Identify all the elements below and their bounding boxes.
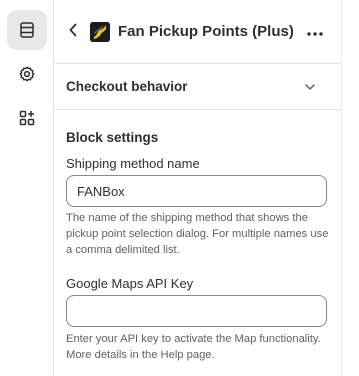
more-actions-button[interactable] [303,20,327,44]
sidebar-rail [0,0,54,376]
scrollbar[interactable] [341,0,359,376]
back-button[interactable] [63,20,83,44]
ellipsis-icon [307,23,323,41]
block-settings-heading: Block settings [66,130,159,145]
apps-icon [18,109,36,127]
google-maps-help: Enter your API key to activate the Map f… [66,333,321,361]
app-logo-icon [90,22,110,42]
shipping-method-label: Shipping method name [66,156,200,171]
google-maps-label: Google Maps API Key [66,276,194,291]
sections-icon [18,21,36,39]
chevron-down-icon [302,79,318,95]
gear-icon [18,65,36,83]
shipping-method-input[interactable] [66,175,327,207]
shipping-method-help: The name of the shipping method that sho… [66,212,329,256]
page-title: Fan Pickup Points (Plus) [118,23,294,40]
apps-button[interactable] [7,98,47,138]
app-settings-panel: Fan Pickup Points (Plus) Checkout behavi… [55,0,341,376]
google-maps-api-key-input[interactable] [66,295,327,327]
section-title: Checkout behavior [66,79,188,94]
chevron-left-icon [68,23,78,42]
sections-button[interactable] [7,10,47,50]
settings-button[interactable] [7,54,47,94]
panel-header: Fan Pickup Points (Plus) [55,0,341,64]
checkout-behavior-section[interactable]: Checkout behavior [55,64,341,110]
